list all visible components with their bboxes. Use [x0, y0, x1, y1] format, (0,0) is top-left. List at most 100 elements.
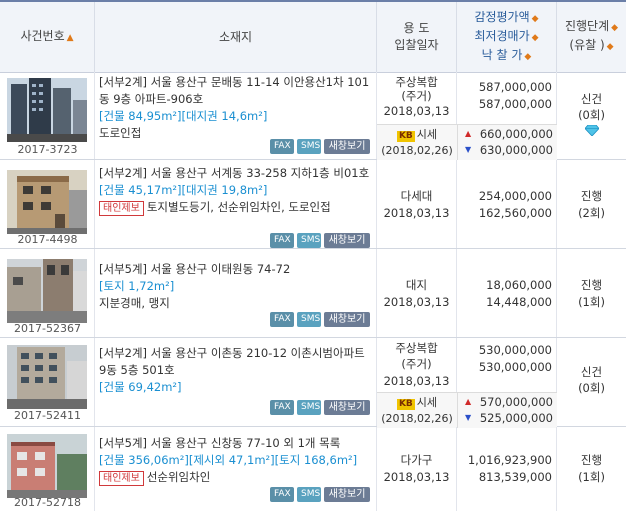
header-progress[interactable]: 진행단계 ◆ (유찰 ) ◆ — [557, 2, 626, 72]
table-row[interactable]: 2017-52367 [서부5계] 서울 용산구 이태원동 74-72 [토지 … — [0, 249, 626, 338]
kb-logo-icon: KB — [396, 399, 415, 410]
status-text: 신건 — [580, 365, 603, 379]
address-text[interactable]: [서부2계] 서울 용산구 서계동 33-258 지하1층 비01호 — [99, 165, 372, 182]
arrow-up-icon: ▲ — [465, 129, 472, 138]
diamond-icon — [557, 124, 626, 141]
sort-arrows-icon[interactable]: ◆ — [607, 42, 614, 52]
new-window-button[interactable]: 새창보기 — [324, 312, 370, 327]
location-cell: [서부5계] 서울 용산구 신창동 77-10 외 1개 목록 [건물 356,… — [95, 427, 377, 511]
property-photo[interactable] — [7, 434, 87, 498]
fail-count: (0회) — [578, 381, 605, 395]
sort-arrows-icon[interactable]: ▲ — [67, 33, 74, 43]
new-window-button[interactable]: 새창보기 — [324, 487, 370, 502]
status-cell: 진행 (2회) — [557, 160, 626, 248]
usage-cell: 대지 2018,03,13 — [377, 249, 457, 337]
case-number[interactable]: 2017-3723 — [0, 143, 95, 156]
photo-cell: 2017-52367 — [0, 249, 95, 337]
new-window-button[interactable]: 새창보기 — [324, 400, 370, 415]
status-cell: 신건 (0회) — [557, 338, 626, 426]
min-price: 14,448,000 — [486, 295, 552, 309]
status-text: 진행 — [580, 278, 603, 292]
status-cell: 신건 (0회) — [557, 72, 626, 159]
market-price-box: KB 시세 (2018,02,26) ▲ 660,000,000 ▼ 630,00… — [377, 124, 557, 160]
market-low: 525,000,000 — [479, 411, 553, 425]
sort-arrows-icon[interactable]: ◆ — [524, 52, 531, 62]
case-number[interactable]: 2017-4498 — [0, 233, 95, 246]
fax-button[interactable]: FAX — [270, 312, 294, 327]
fax-button[interactable]: FAX — [270, 487, 294, 502]
auction-table: 사건번호 ▲ 소재지 용 도 입찰일자 감정평가액 ◆ 최저경매가 ◆ 낙 찰 가 ◆ … — [0, 0, 626, 511]
new-window-button[interactable]: 새창보기 — [324, 233, 370, 248]
header-prices[interactable]: 감정평가액 ◆ 최저경매가 ◆ 낙 찰 가 ◆ — [457, 2, 557, 72]
location-cell: [서부2계] 서울 용산구 이촌동 210-12 이촌시범아파트 9동 5층 5… — [95, 338, 377, 426]
address-text[interactable]: [서부5계] 서울 용산구 이태원동 74-72 — [99, 261, 372, 278]
table-row[interactable]: 2017-52718 [서부5계] 서울 용산구 신창동 77-10 외 1개 … — [0, 427, 626, 511]
taein-tip-badge[interactable]: 태인제보 — [99, 201, 144, 216]
usage-text: 주상복합 — [395, 341, 438, 355]
table-row[interactable]: 2017-4498 [서부2계] 서울 용산구 서계동 33-258 지하1층 … — [0, 160, 626, 249]
location-cell: [서부5계] 서울 용산구 이태원동 74-72 [토지 1,72m²] 지분경… — [95, 249, 377, 337]
status-text: 신건 — [580, 92, 603, 106]
sort-arrows-icon[interactable]: ◆ — [532, 14, 539, 24]
photo-cell: 2017-3723 — [0, 72, 95, 159]
address-text[interactable]: [서부5계] 서울 용산구 신창동 77-10 외 1개 목록 — [99, 435, 372, 452]
usage-text: 다가구 — [400, 453, 433, 467]
sort-arrows-icon[interactable]: ◆ — [532, 33, 539, 43]
sms-button[interactable]: SMS — [297, 487, 321, 502]
min-price: 813,539,000 — [478, 470, 552, 484]
appraisal-price: 254,000,000 — [478, 189, 552, 203]
market-label[interactable]: KB 시세 — [377, 395, 457, 411]
fax-button[interactable]: FAX — [270, 139, 294, 154]
sms-button[interactable]: SMS — [297, 312, 321, 327]
bid-date: 2018,03,13 — [383, 374, 450, 388]
usage-text: 대지 — [405, 278, 428, 292]
property-photo[interactable] — [7, 78, 87, 142]
address-text[interactable]: [서부2계] 서울 용산구 이촌동 210-12 이촌시범아파트 9동 5층 5… — [99, 345, 372, 379]
min-price: 162,560,000 — [478, 206, 552, 220]
bid-date: 2018,03,13 — [383, 470, 450, 484]
market-date: (2018,02,26) — [381, 144, 453, 157]
status-text: 진행 — [580, 189, 603, 203]
usage-cell: 다세대 2018,03,13 — [377, 160, 457, 248]
usage-text: 다세대 — [400, 189, 433, 203]
fax-button[interactable]: FAX — [270, 233, 294, 248]
location-cell: [서부2계] 서울 용산구 문배동 11-14 이안용산1차 101동 9층 아… — [95, 72, 377, 159]
header-case-no[interactable]: 사건번호 ▲ — [0, 2, 95, 72]
property-photo[interactable] — [7, 259, 87, 323]
note-text: 선순위임차인 — [146, 470, 211, 484]
new-window-button[interactable]: 새창보기 — [324, 139, 370, 154]
sms-button[interactable]: SMS — [297, 139, 321, 154]
fax-button[interactable]: FAX — [270, 400, 294, 415]
market-high: 570,000,000 — [479, 395, 553, 409]
table-row[interactable]: 2017-52411 [서부2계] 서울 용산구 이촌동 210-12 이촌시범… — [0, 338, 626, 428]
market-date: (2018,02,26) — [381, 412, 453, 425]
photo-cell: 2017-52718 — [0, 427, 95, 511]
header-location: 소재지 — [95, 2, 377, 72]
taein-tip-badge[interactable]: 태인제보 — [99, 471, 144, 486]
sort-arrows-icon[interactable]: ◆ — [611, 23, 618, 33]
fail-count: (1회) — [578, 470, 605, 484]
address-text[interactable]: [서부2계] 서울 용산구 문배동 11-14 이안용산1차 101동 9층 아… — [99, 74, 372, 108]
market-label[interactable]: KB 시세 — [377, 127, 457, 143]
status-cell: 진행 (1회) — [557, 249, 626, 337]
case-number[interactable]: 2017-52367 — [0, 322, 95, 335]
appraisal-price: 530,000,000 — [478, 343, 552, 357]
bid-date: 2018,03,13 — [383, 104, 450, 118]
table-row[interactable]: 2017-3723 [서부2계] 서울 용산구 문배동 11-14 이안용산1차… — [0, 72, 626, 160]
fail-count: (2회) — [578, 206, 605, 220]
case-number[interactable]: 2017-52411 — [0, 409, 95, 422]
market-price-box: KB 시세 (2018,02,26) ▲ 570,000,000 ▼ 525,00… — [377, 392, 557, 428]
property-photo[interactable] — [7, 345, 87, 409]
sms-button[interactable]: SMS — [297, 233, 321, 248]
usage-cell: 다가구 2018,03,13 — [377, 427, 457, 511]
arrow-down-icon: ▼ — [465, 145, 472, 154]
location-cell: [서부2계] 서울 용산구 서계동 33-258 지하1층 비01호 [건물 4… — [95, 160, 377, 248]
kb-logo-icon: KB — [396, 131, 415, 142]
case-number[interactable]: 2017-52718 — [0, 496, 95, 509]
note-text: 지분경매, 맹지 — [99, 296, 170, 310]
usage-sub-text: (주거) — [401, 357, 432, 371]
property-photo[interactable] — [7, 170, 87, 234]
min-price: 587,000,000 — [478, 97, 552, 111]
photo-cell: 2017-52411 — [0, 338, 95, 426]
sms-button[interactable]: SMS — [297, 400, 321, 415]
